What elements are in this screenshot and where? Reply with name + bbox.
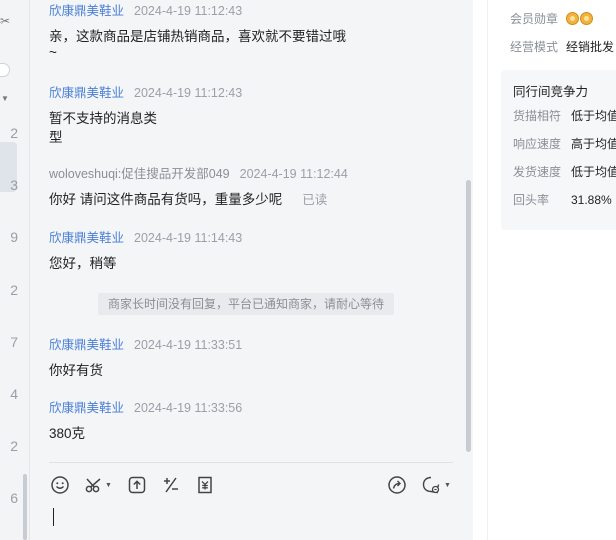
sender-name[interactable]: 欣康鼎美鞋业 (49, 338, 124, 352)
read-status: 已读 (302, 193, 328, 207)
share-icon[interactable] (387, 475, 407, 495)
scissors-icon[interactable]: ✂ (0, 14, 10, 28)
metric-row: 响应速度 高于均值 (513, 135, 616, 152)
upload-icon[interactable] (127, 475, 147, 495)
message-text: 你好有货 (49, 361, 242, 380)
message-text: 380克 (49, 424, 242, 443)
medal-icon (566, 12, 579, 25)
list-item[interactable]: 2 (0, 282, 18, 298)
message-input[interactable] (49, 499, 453, 539)
metric-row: 货描相符 低于均值 (513, 107, 616, 124)
list-item[interactable]: 9 (0, 229, 18, 245)
metric-row: 发货速度 低于均值 (513, 163, 616, 180)
scrollbar[interactable] (23, 474, 27, 540)
list-item[interactable]: 6 (0, 490, 18, 506)
metric-value: 低于均值 (571, 109, 616, 123)
chevron-down-icon[interactable]: ▼ (444, 482, 451, 489)
competitiveness-card: 同行间竞争力 货描相符 低于均值 响应速度 高于均值 发货速度 低于均值 回头率 31.… (501, 70, 616, 230)
message-line: ~ (49, 45, 57, 60)
message-time: 2024-4-19 11:14:43 (134, 231, 243, 245)
metric-label: 发货速度 (513, 165, 562, 179)
chat-scrollbar[interactable] (466, 180, 471, 452)
chat-message: 欣康鼎美鞋业 2024-4-19 11:14:43 您好，稍等 (49, 230, 242, 273)
message-time: 2024-4-19 11:12:43 (134, 86, 243, 100)
message-line: 亲，这款商品是店铺热销商品，喜欢就不要错过哦 (49, 29, 346, 44)
system-notice: 商家长时间没有回复，平台已通知商家，请耐心等待 (98, 293, 394, 315)
metric-label: 响应速度 (513, 137, 562, 151)
chevron-down-icon[interactable]: ▼ (105, 482, 112, 489)
chat-panel: 欣康鼎美鞋业 2024-4-19 11:12:43 亲，这款商品是店铺热销商品，喜… (30, 0, 473, 540)
business-mode-value: 经销批发 (566, 40, 615, 54)
message-time: 2024-4-19 11:33:51 (134, 338, 243, 352)
conversation-list-strip: ✂ ▼ 2 3 9 2 7 4 2 6 (0, 0, 30, 540)
message-time: 2024-4-19 11:12:44 (239, 167, 348, 181)
formula-icon[interactable] (161, 475, 181, 495)
message-text: 亲，这款商品是店铺热销商品，喜欢就不要错过哦 ~ (49, 27, 346, 60)
metric-label: 货描相符 (513, 109, 562, 123)
chat-message: 欣康鼎美鞋业 2024-4-19 11:33:56 380克 (49, 400, 242, 443)
message-composer: ▼ ▼ (49, 462, 453, 540)
metric-value: 31.88% (571, 193, 612, 207)
panel-divider (473, 0, 487, 540)
sender-name[interactable]: 欣康鼎美鞋业 (49, 4, 124, 18)
metric-label: 回头率 (513, 193, 550, 207)
message-line: 型 (49, 130, 63, 145)
member-badge-label: 会员勋章 (510, 12, 559, 26)
medal-icon (580, 12, 593, 25)
message-text: 您好，稍等 (49, 254, 242, 273)
metric-value: 低于均值 (571, 165, 616, 179)
message-line: 380克 (49, 426, 86, 441)
message-line: 暂不支持的消息类 (49, 111, 157, 126)
chat-message: woloveshuqi:促佳搜品开发部049 2024-4-19 11:12:44… (49, 166, 348, 210)
text-cursor (53, 508, 54, 526)
list-item[interactable]: 4 (0, 386, 18, 402)
sender-name[interactable]: 欣康鼎美鞋业 (49, 401, 124, 415)
shop-info-panel: 会员勋章 经营模式 经销批发 同行间竞争力 货描相符 低于均值 响应速度 高于均值 发… (487, 0, 616, 540)
list-item[interactable]: 7 (0, 334, 18, 350)
card-title: 同行间竞争力 (513, 85, 589, 99)
list-item[interactable]: 2 (0, 125, 18, 141)
message-line: 您好，稍等 (49, 256, 117, 271)
chat-message: 欣康鼎美鞋业 2024-4-19 11:12:43 暂不支持的消息类 型 (49, 85, 242, 147)
message-line: 你好 请问这件商品有货吗，重量多少呢 (49, 192, 283, 207)
metric-row: 回头率 31.88% (513, 191, 612, 208)
toggle-switch[interactable] (0, 63, 10, 77)
sender-name[interactable]: 欣康鼎美鞋业 (49, 231, 124, 245)
coupon-icon[interactable] (195, 475, 215, 495)
metric-value: 高于均值 (571, 137, 616, 151)
business-mode-row: 经营模式 经销批发 (510, 38, 614, 55)
quick-reply-icon[interactable] (421, 475, 441, 495)
message-time: 2024-4-19 11:33:56 (134, 401, 243, 415)
chat-message: 欣康鼎美鞋业 2024-4-19 11:12:43 亲，这款商品是店铺热销商品，喜… (49, 3, 346, 60)
list-item[interactable]: 2 (0, 438, 18, 454)
message-text: 暂不支持的消息类 型 (49, 109, 242, 147)
business-mode-label: 经营模式 (510, 40, 559, 54)
message-text: 你好 请问这件商品有货吗，重量多少呢 已读 (49, 190, 348, 210)
message-time: 2024-4-19 11:12:43 (134, 4, 243, 18)
sender-name[interactable]: woloveshuqi:促佳搜品开发部049 (49, 167, 230, 181)
member-badge-row: 会员勋章 (510, 10, 594, 27)
message-line: 你好有货 (49, 363, 103, 378)
list-item[interactable]: 3 (0, 177, 18, 193)
scissors-icon[interactable] (84, 475, 104, 495)
chevron-down-icon[interactable]: ▼ (1, 94, 9, 103)
chat-message: 欣康鼎美鞋业 2024-4-19 11:33:51 你好有货 (49, 337, 242, 380)
emoji-icon[interactable] (50, 475, 70, 495)
sender-name[interactable]: 欣康鼎美鞋业 (49, 86, 124, 100)
